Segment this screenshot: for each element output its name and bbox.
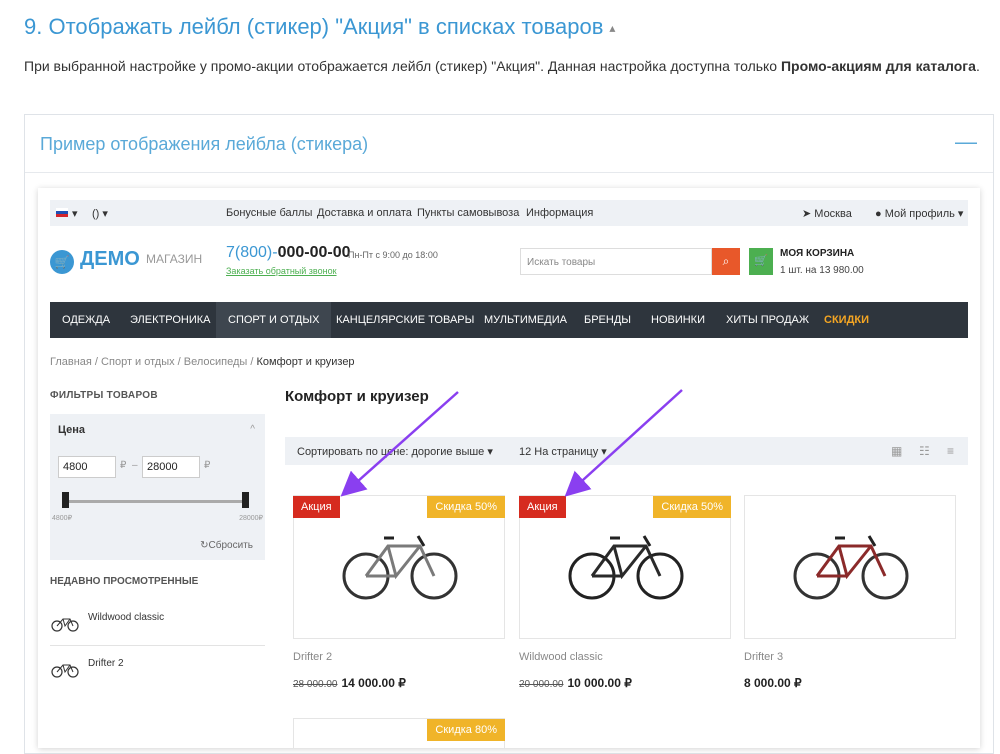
per-page-dropdown[interactable]: 12 На страницу ▾	[519, 445, 607, 458]
category-title: Комфорт и круизер	[285, 388, 429, 405]
callback-link[interactable]: Заказать обратный звонок	[226, 266, 337, 276]
price-filter-title[interactable]: Цена	[58, 424, 85, 436]
reset-filter-button[interactable]: ↻Сбросить	[200, 540, 253, 551]
menu-item-hits[interactable]: ХИТЫ ПРОДАЖ	[714, 302, 821, 338]
bike-image-icon	[568, 535, 684, 600]
slider-max-label: 28000₽	[239, 515, 263, 522]
price-filter: Цена ^ 4800 ₽ – 28000 ₽ 4800₽ 28000₽ ↻Сб…	[50, 414, 265, 560]
russia-flag-icon[interactable]	[56, 208, 68, 217]
price-slider-track[interactable]	[64, 500, 248, 503]
shop-screenshot: ▾ () ▾ Бонусные баллы Доставка и оплата …	[38, 188, 980, 748]
currency-sign: ₽	[204, 460, 211, 471]
user-icon: ●	[875, 208, 885, 220]
price-max-input[interactable]: 28000	[142, 456, 200, 478]
phone-number[interactable]: 7(800)-000-00-00	[226, 244, 351, 262]
breadcrumb: Главная / Спорт и отдых / Велосипеды / К…	[50, 356, 355, 368]
product-card[interactable]: Акция Скидка 50%	[293, 495, 505, 639]
search-input[interactable]: Искать товары	[520, 248, 712, 275]
topbar-link-info[interactable]: Информация	[526, 207, 593, 219]
sale-sticker: Акция	[293, 496, 340, 518]
menu-item-clothes[interactable]: ОДЕЖДА	[50, 302, 122, 338]
cart-logo-icon[interactable]: 🛒	[50, 250, 74, 274]
product-card[interactable]: Акция Скидка 50%	[519, 495, 731, 639]
description: При выбранной настройке у промо-акции от…	[24, 58, 980, 74]
product-name[interactable]: Drifter 2	[293, 651, 332, 663]
collapse-icon[interactable]: —	[955, 129, 977, 155]
menu-item-brands[interactable]: БРЕНДЫ	[572, 302, 643, 338]
recent-item[interactable]: Drifter 2	[50, 658, 250, 682]
spoiler-header[interactable]: Пример отображения лейбла (стикера) —	[25, 115, 993, 173]
work-hours: Пн-Пт с 9:00 до 18:00	[348, 250, 438, 260]
logo-main[interactable]: ДЕМО	[80, 248, 140, 271]
topbar-link-bonus[interactable]: Бонусные баллы	[226, 207, 312, 219]
profile-menu[interactable]: ● Мой профиль ▾	[875, 207, 963, 220]
price-min-input[interactable]: 4800	[58, 456, 116, 478]
breadcrumb-bikes[interactable]: Велосипеды	[184, 356, 248, 368]
slider-min-label: 4800₽	[52, 515, 73, 522]
cart-icon[interactable]: 🛒	[749, 248, 773, 275]
refresh-icon: ↻	[200, 540, 209, 551]
bike-image-icon	[342, 535, 458, 600]
lang-dropdown[interactable]: ▾	[72, 207, 78, 220]
discount-badge: Скидка 50%	[653, 496, 731, 518]
currency-sign: ₽	[120, 460, 127, 471]
breadcrumb-current: Комфорт и круизер	[256, 356, 355, 368]
breadcrumb-home[interactable]: Главная	[50, 356, 92, 368]
topbar-link-pickup[interactable]: Пункты самовывоза	[417, 207, 519, 219]
menu-item-new[interactable]: НОВИНКИ	[639, 302, 717, 338]
menu-item-office[interactable]: КАНЦЕЛЯРСКИЕ ТОВАРЫ	[324, 302, 486, 338]
menu-item-multimedia[interactable]: МУЛЬТИМЕДИА	[472, 302, 579, 338]
menu-item-electronics[interactable]: ЭЛЕКТРОНИКА	[118, 302, 222, 338]
list-view-icon[interactable]: ☷	[919, 444, 933, 458]
product-card[interactable]: Скидка 80%	[293, 718, 505, 748]
range-dash: –	[132, 460, 138, 471]
product-price: 20 000.00 10 000.00 ₽	[519, 676, 632, 690]
divider	[50, 645, 265, 646]
chevron-up-icon[interactable]: ^	[250, 424, 255, 435]
bike-image-icon	[793, 535, 909, 600]
cart-summary: 1 шт. на 13 980.00	[780, 265, 864, 276]
search-icon[interactable]: ⌕	[712, 248, 740, 275]
spoiler-title[interactable]: Пример отображения лейбла (стикера)	[40, 134, 368, 155]
sale-sticker: Акция	[519, 496, 566, 518]
table-view-icon[interactable]: ≡	[947, 444, 961, 458]
product-price: 28 000.00 14 000.00 ₽	[293, 676, 406, 690]
breadcrumb-sport[interactable]: Спорт и отдых	[101, 356, 175, 368]
product-name[interactable]: Wildwood classic	[519, 651, 603, 663]
menu-item-sale[interactable]: СКИДКИ	[812, 302, 881, 338]
discount-badge: Скидка 50%	[427, 496, 505, 518]
grid-view-icon[interactable]: ▦	[891, 444, 905, 458]
page-title: 9. Отображать лейбл (стикер) "Акция" в с…	[24, 14, 616, 39]
shop-topbar: ▾ () ▾ Бонусные баллы Доставка и оплата …	[50, 200, 968, 226]
sort-bar: Сортировать по цене: дорогие выше ▾ 12 Н…	[285, 437, 968, 465]
recent-item[interactable]: Wildwood classic	[50, 612, 250, 636]
price-slider-max-handle[interactable]	[242, 492, 249, 508]
recent-title: НЕДАВНО ПРОСМОТРЕННЫЕ	[50, 576, 199, 587]
collapse-caret-icon[interactable]: ▴	[609, 21, 615, 35]
price-slider-min-handle[interactable]	[62, 492, 69, 508]
location-arrow-icon: ➤	[802, 208, 815, 220]
cart-title[interactable]: МОЯ КОРЗИНА	[780, 248, 854, 259]
bike-thumbnail-icon	[51, 618, 79, 632]
discount-badge: Скидка 80%	[427, 719, 505, 741]
currency-dropdown[interactable]: () ▾	[92, 207, 108, 220]
product-price: 8 000.00 ₽	[744, 676, 802, 690]
bike-thumbnail-icon	[51, 664, 79, 678]
filters-title: ФИЛЬТРЫ ТОВАРОВ	[50, 390, 158, 401]
logo-sub: МАГАЗИН	[146, 252, 203, 266]
menu-item-sport[interactable]: СПОРТ И ОТДЫХ	[216, 302, 332, 338]
city-link[interactable]: ➤ Москва	[802, 207, 852, 220]
main-menu: ОДЕЖДА ЭЛЕКТРОНИКА СПОРТ И ОТДЫХ КАНЦЕЛЯ…	[50, 302, 968, 338]
product-card[interactable]	[744, 495, 956, 639]
product-name[interactable]: Drifter 3	[744, 651, 783, 663]
sort-dropdown[interactable]: Сортировать по цене: дорогие выше ▾	[297, 445, 493, 458]
topbar-link-delivery[interactable]: Доставка и оплата	[317, 207, 412, 219]
